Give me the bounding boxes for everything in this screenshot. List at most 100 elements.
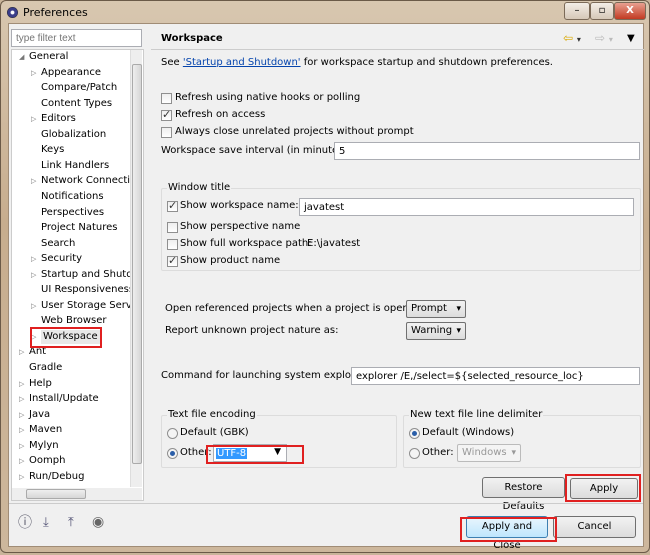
delimiter-group-label: New text file line delimiter [409,408,544,422]
tree-item-label: Project Natures [41,222,118,234]
horizontal-scrollbar[interactable] [12,488,142,500]
tree-item[interactable]: UI Responsiveness [41,283,134,297]
unknown-nature-select[interactable]: Warning [406,322,466,340]
tree-item-label: Mylyn [29,439,59,451]
tree-item-label: Web Browser [41,315,107,327]
show-workspace-name-label: Show workspace name: [180,200,299,211]
collapsed-triangle-icon[interactable]: ▷ [19,395,24,403]
export-icon[interactable]: ⤒ [68,516,74,530]
workspace-name-input[interactable]: javatest [299,198,634,216]
vertical-scrollbar[interactable] [130,50,142,487]
startup-shutdown-link[interactable]: 'Startup and Shutdown' [183,57,301,68]
collapsed-triangle-icon[interactable]: ▷ [31,271,36,279]
tree-item[interactable]: Oomph [29,454,65,468]
show-path-checkbox[interactable] [167,239,178,250]
expanded-triangle-icon[interactable]: ◢ [19,53,24,61]
tree-item[interactable]: Link Handlers [41,159,109,173]
collapsed-triangle-icon[interactable]: ▷ [19,426,24,434]
tree-item[interactable]: Help [29,377,52,391]
tree-item[interactable]: Maven [29,423,62,437]
tree-item[interactable]: Globalization [41,128,106,142]
tree-item[interactable]: Gradle [29,361,62,375]
scrollbar-thumb[interactable] [132,64,142,464]
collapsed-triangle-icon[interactable]: ▷ [31,69,36,77]
encoding-default-radio[interactable] [167,428,178,439]
collapsed-triangle-icon[interactable]: ▷ [31,302,36,310]
tree-item[interactable]: Security [41,252,82,266]
tree-item-label: User Storage Servic [41,299,141,311]
forward-arrow-icon[interactable]: ⇨ ▾ [595,31,613,47]
open-referenced-label: Open referenced projects when a project … [165,303,425,314]
collapsed-triangle-icon[interactable]: ▷ [19,380,24,388]
tree-item[interactable]: Network Connectio [41,174,136,188]
tree-item[interactable]: General [29,50,68,64]
save-interval-input[interactable]: 5 [334,142,640,160]
show-product-checkbox[interactable] [167,254,178,267]
collapsed-triangle-icon[interactable]: ▷ [31,115,36,123]
tree-item[interactable]: Run/Debug [29,470,84,484]
tree-item-label: Content Types [41,97,113,109]
refresh-native-checkbox[interactable] [161,93,172,104]
command-input[interactable]: explorer /E,/select=${selected_resource_… [351,367,640,385]
eclipse-icon [7,7,18,18]
tree-item[interactable]: Notifications [41,190,104,204]
collapsed-triangle-icon[interactable]: ▷ [31,255,36,263]
tree-item-label: Keys [41,144,65,156]
tree-item[interactable]: Keys [41,143,64,157]
tree-item[interactable]: User Storage Servic [41,299,140,313]
highlight-box [565,474,641,502]
import-icon[interactable]: ⤓ [43,516,49,530]
delimiter-other-radio[interactable] [409,448,420,459]
window-title-group-label: Window title [167,181,232,195]
help-icon[interactable]: ⓘ [18,516,32,530]
cancel-button[interactable]: Cancel [553,516,636,538]
tree-item[interactable]: Compare/Patch [41,81,117,95]
maximize-button[interactable]: ▫ [590,2,614,20]
tree-item-label: Compare/Patch [41,82,118,94]
tree-item-label: Appearance [41,66,102,78]
scrollbar-thumb[interactable] [26,489,86,499]
window-title: Preferences [23,6,88,19]
tree-item[interactable]: Project Natures [41,221,118,235]
encoding-other-radio[interactable] [167,448,178,459]
refresh-access-checkbox[interactable] [161,108,172,121]
collapsed-triangle-icon[interactable]: ▷ [31,177,36,185]
tree-item-label: Search [41,237,76,249]
tree-item-label: Perspectives [41,206,105,218]
restore-defaults-button[interactable]: Restore Defaults [482,477,565,512]
minimize-button[interactable]: – [564,2,590,20]
close-unrelated-checkbox[interactable] [161,127,172,138]
page-title: Workspace [161,33,223,44]
tree-item[interactable]: Content Types [41,97,112,111]
view-menu-icon[interactable]: ▼ [627,32,635,46]
tree-item[interactable]: Java [29,408,50,422]
open-referenced-select[interactable]: Prompt [406,300,466,318]
collapsed-triangle-icon[interactable]: ▷ [19,411,24,419]
tree-item[interactable]: Startup and Shutdo [41,268,139,282]
tree-item[interactable]: Search [41,237,75,251]
collapsed-triangle-icon[interactable]: ▷ [19,473,24,481]
close-unrelated-label: Always close unrelated projects without … [175,126,414,137]
tree-item[interactable]: Perspectives [41,206,104,220]
tree-item-label: Editors [41,113,76,125]
show-workspace-name-checkbox[interactable] [167,199,178,212]
tree-item[interactable]: Mylyn [29,439,59,453]
tree-item[interactable]: Install/Update [29,392,99,406]
delimiter-default-radio[interactable] [409,428,420,439]
intro-text: See 'Startup and Shutdown' for workspace… [161,56,553,70]
record-icon[interactable]: ◉ [92,515,104,529]
back-arrow-icon[interactable]: ⇦ ▾ [563,31,581,47]
intro-suffix: for workspace startup and shutdown prefe… [300,57,553,68]
collapsed-triangle-icon[interactable]: ▷ [19,442,24,450]
collapsed-triangle-icon[interactable]: ▷ [19,457,24,465]
collapsed-triangle-icon[interactable]: ▷ [19,348,24,356]
workspace-path-value: E:\javatest [307,238,361,249]
delimiter-select[interactable]: Windows [457,444,521,462]
filter-input[interactable] [11,29,142,47]
close-button[interactable]: X [614,2,646,20]
delimiter-group [403,415,641,468]
tree-item[interactable]: Editors [41,112,76,126]
show-perspective-checkbox[interactable] [167,222,178,233]
tree-item[interactable]: Appearance [41,66,101,80]
encoding-default-label: Default (GBK) [180,427,249,438]
